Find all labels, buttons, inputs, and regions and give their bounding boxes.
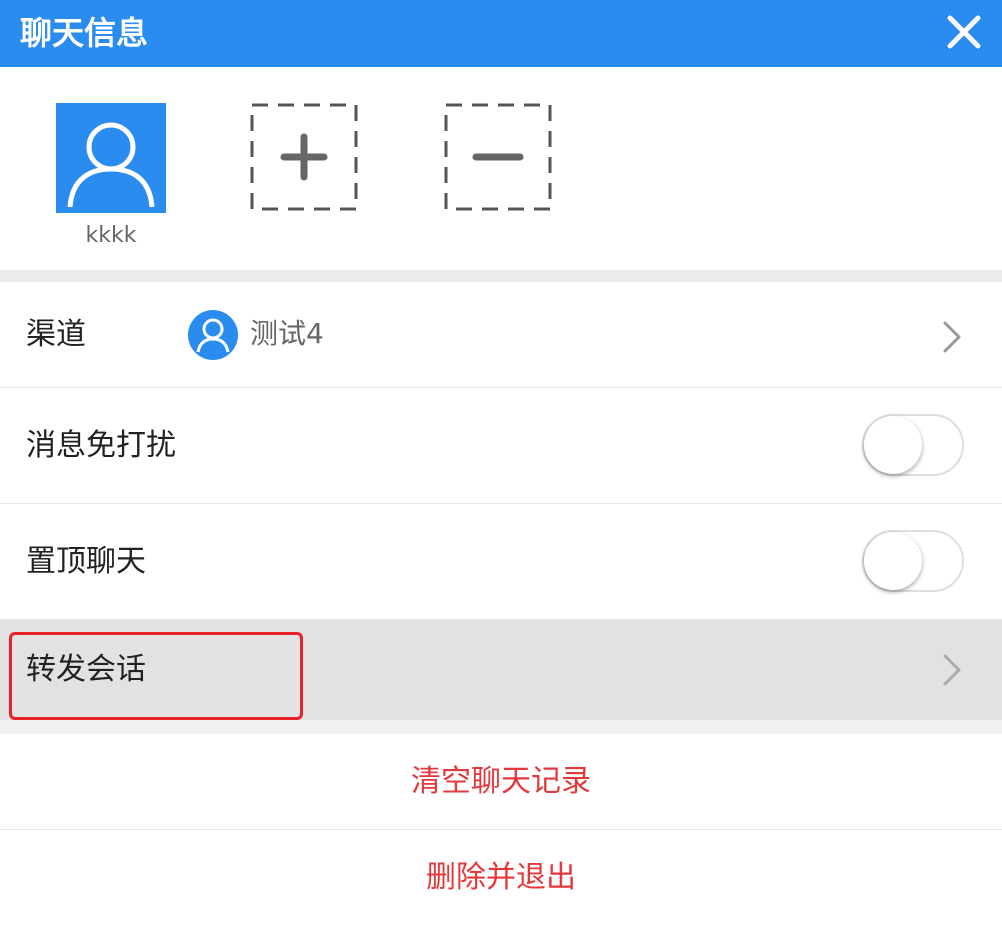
page-title: 聊天信息 <box>20 14 149 52</box>
section-gap <box>0 720 1002 734</box>
channel-name: 测试4 <box>250 317 324 350</box>
toggle-knob <box>864 416 922 474</box>
channel-row[interactable]: 渠道 测试4 <box>0 282 1002 388</box>
close-icon[interactable] <box>944 12 984 52</box>
chevron-right-icon <box>943 654 961 686</box>
member-item[interactable]: kkkk <box>56 103 166 249</box>
section-divider <box>0 270 1002 282</box>
user-avatar-icon[interactable] <box>56 103 166 213</box>
remove-member-button[interactable] <box>444 103 552 211</box>
pin-label: 置顶聊天 <box>26 544 146 579</box>
mute-row: 消息免打扰 <box>0 388 1002 504</box>
mute-label: 消息免打扰 <box>26 428 176 463</box>
member-panel: kkkk <box>0 67 1002 270</box>
delete-and-exit-button[interactable]: 删除并退出 <box>0 830 1002 926</box>
pin-row: 置顶聊天 <box>0 504 1002 620</box>
mute-toggle[interactable] <box>862 414 964 476</box>
chevron-right-icon <box>943 321 961 353</box>
chat-info-header: 聊天信息 <box>0 0 1002 67</box>
clear-history-button[interactable]: 清空聊天记录 <box>0 734 1002 830</box>
settings-list: 渠道 测试4 消息免打扰 置顶聊天 转发会话 清空聊天记录 删除并退出 <box>0 282 1002 926</box>
toggle-knob <box>864 532 922 590</box>
forward-conversation-row[interactable]: 转发会话 <box>0 620 1002 720</box>
channel-avatar-icon <box>188 310 238 360</box>
add-member-button[interactable] <box>250 103 358 211</box>
channel-label: 渠道 <box>26 317 86 352</box>
highlight-box <box>9 632 303 720</box>
pin-toggle[interactable] <box>862 530 964 592</box>
member-name: kkkk <box>85 223 137 248</box>
